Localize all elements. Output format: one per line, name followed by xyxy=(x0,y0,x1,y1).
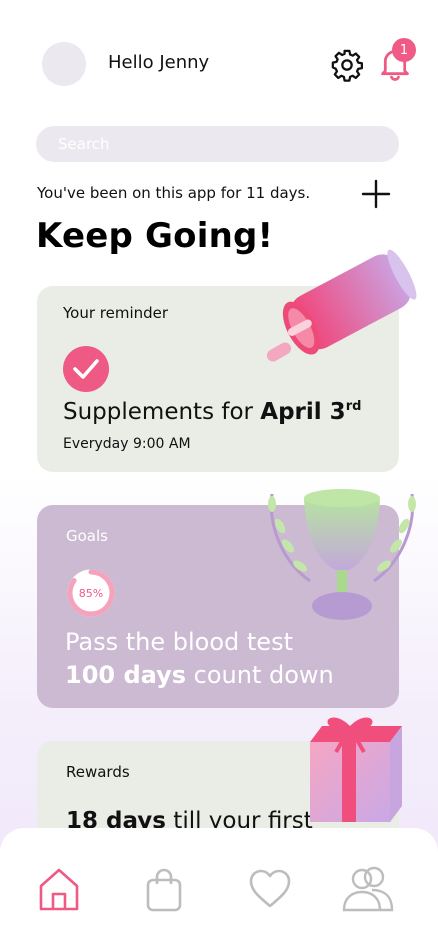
home-icon[interactable] xyxy=(37,866,81,912)
progress-ring: 85% xyxy=(67,569,115,617)
rewards-title: Rewards xyxy=(66,763,130,781)
plus-icon[interactable] xyxy=(360,178,392,210)
gift-illustration xyxy=(310,717,402,822)
community-icon[interactable] xyxy=(342,866,394,912)
reminder-title: Your reminder xyxy=(63,304,169,322)
reminder-text: Supplements for April 3rd xyxy=(63,399,362,425)
pill-bottle-illustration xyxy=(266,249,417,362)
goal-line-2: 100 days count down xyxy=(65,661,334,689)
avatar[interactable] xyxy=(42,42,86,86)
page-title: Keep Going! xyxy=(36,216,274,256)
reminder-schedule: Everyday 9:00 AM xyxy=(63,436,191,452)
greeting: Hello Jenny xyxy=(108,52,210,73)
check-icon[interactable] xyxy=(63,346,109,392)
shopping-bag-icon[interactable] xyxy=(142,866,186,912)
goals-title: Goals xyxy=(66,527,108,545)
heart-icon[interactable] xyxy=(248,866,292,912)
notification-badge: 1 xyxy=(392,38,416,62)
trophy-illustration xyxy=(268,489,416,620)
gear-icon[interactable] xyxy=(330,48,364,82)
streak-text: You've been on this app for 11 days. xyxy=(37,184,311,202)
goal-line-1: Pass the blood test xyxy=(65,628,293,656)
progress-label: 85% xyxy=(79,587,103,600)
search-input[interactable] xyxy=(36,126,399,162)
